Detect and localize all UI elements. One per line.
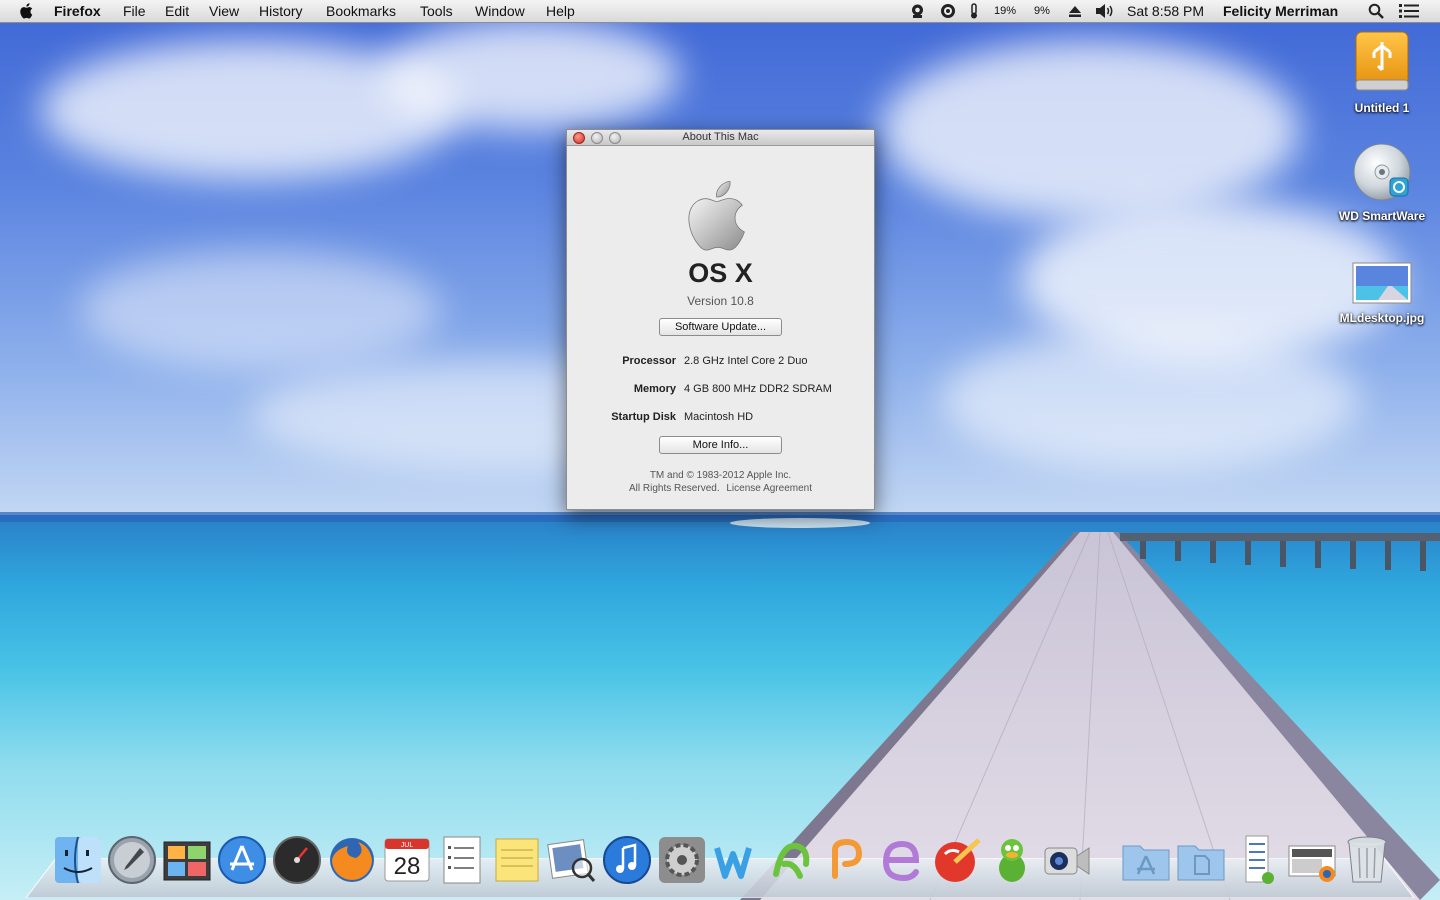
- dock-firefox-icon[interactable]: [326, 834, 378, 886]
- dock-documents-folder-icon[interactable]: [1175, 834, 1227, 886]
- dock-adium-icon[interactable]: [986, 834, 1038, 886]
- dock-calendar-icon[interactable]: JUL 28: [381, 834, 433, 886]
- dock-purple-app-icon[interactable]: [876, 834, 928, 886]
- calendar-day: 28: [394, 853, 421, 880]
- startup-disk-value: Macintosh HD: [684, 411, 754, 423]
- rights-line: All Rights Reserved. License Agreement: [567, 483, 874, 494]
- desktop-icon-wd-smartware[interactable]: WD SmartWare: [1337, 140, 1427, 223]
- dock-stickies-icon[interactable]: [491, 834, 543, 886]
- cpu-percent-1[interactable]: 19%: [994, 2, 1016, 20]
- memory-label: Memory: [633, 383, 676, 395]
- dock-camera-icon[interactable]: [1041, 834, 1093, 886]
- desktop-icon-label: MLdesktop.jpg: [1339, 311, 1425, 325]
- menu-edit[interactable]: Edit: [165, 2, 189, 20]
- dock-orange-app-icon[interactable]: [821, 834, 873, 886]
- menu-tools[interactable]: Tools: [420, 2, 453, 20]
- dock-launchpad-icon[interactable]: [106, 834, 158, 886]
- about-this-mac-window: About This Mac OS X Version 10.8 Softwar…: [566, 129, 875, 510]
- copyright-text: TM and © 1983-2012 Apple Inc.: [649, 470, 792, 481]
- menu-history[interactable]: History: [259, 2, 303, 20]
- dock-itunes-icon[interactable]: [601, 834, 653, 886]
- startup-disk-label: Startup Disk: [611, 411, 676, 423]
- menu-window[interactable]: Window: [475, 2, 525, 20]
- dock-downloads-stack-icon[interactable]: [1234, 834, 1286, 886]
- dock-finder-icon[interactable]: [52, 834, 104, 886]
- dock-wunderkit-icon[interactable]: [711, 834, 763, 886]
- dock-applications-folder-icon[interactable]: [1120, 834, 1172, 886]
- usb-drive-icon: [1355, 31, 1409, 91]
- dock-system-preferences-icon[interactable]: [656, 834, 708, 886]
- dock-dashboard-icon[interactable]: [271, 834, 323, 886]
- desktop-icon-label: Untitled 1: [1354, 101, 1410, 115]
- os-name: OS X: [688, 258, 753, 288]
- dock-ccleaner-icon[interactable]: [931, 834, 983, 886]
- rights-text: All Rights Reserved.: [629, 483, 720, 494]
- dock-photo-booth-icon[interactable]: [161, 834, 213, 886]
- dock-trash-icon[interactable]: [1341, 834, 1393, 886]
- license-agreement-link[interactable]: License Agreement: [726, 483, 812, 494]
- volume-icon[interactable]: [1095, 3, 1115, 19]
- processor-value: 2.8 GHz Intel Core 2 Duo: [684, 355, 808, 367]
- cd-disc-icon: [1353, 143, 1411, 201]
- image-file-icon: [1352, 262, 1412, 304]
- dock-green-app-icon[interactable]: [766, 834, 818, 886]
- dock-app-store-icon[interactable]: [216, 834, 268, 886]
- menu-file[interactable]: File: [123, 2, 146, 20]
- apple-menu-icon[interactable]: [19, 2, 35, 20]
- app-menu-firefox[interactable]: Firefox: [54, 2, 101, 20]
- window-minimize-button[interactable]: [591, 132, 603, 144]
- window-titlebar[interactable]: About This Mac: [567, 130, 874, 146]
- thermometer-icon[interactable]: [968, 3, 980, 19]
- menu-clock[interactable]: Sat 8:58 PM: [1127, 2, 1204, 20]
- desktop-icon-label: WD SmartWare: [1338, 209, 1426, 223]
- sync-status-icon[interactable]: [940, 3, 956, 19]
- window-close-button[interactable]: [573, 132, 585, 144]
- menu-view[interactable]: View: [209, 2, 239, 20]
- user-menu[interactable]: Felicity Merriman: [1223, 2, 1338, 20]
- software-update-button[interactable]: Software Update...: [659, 318, 782, 336]
- monitor-app-icon[interactable]: [909, 3, 926, 19]
- calendar-month: JUL: [401, 842, 414, 849]
- window-zoom-button[interactable]: [609, 132, 621, 144]
- eject-icon[interactable]: [1068, 4, 1082, 18]
- os-version: Version 10.8: [687, 294, 754, 308]
- processor-label: Processor: [622, 355, 676, 367]
- menu-bar: Firefox File Edit View History Bookmarks…: [0, 0, 1440, 23]
- menu-help[interactable]: Help: [546, 2, 575, 20]
- dock-preview-icon[interactable]: [546, 834, 598, 886]
- spotlight-search-icon[interactable]: [1368, 3, 1384, 19]
- menu-bookmarks[interactable]: Bookmarks: [326, 2, 396, 20]
- dock-screenshot-stack-icon[interactable]: [1287, 834, 1339, 886]
- apple-logo-icon: [688, 180, 745, 251]
- desktop-icon-untitled-1[interactable]: Untitled 1: [1337, 30, 1427, 115]
- memory-value: 4 GB 800 MHz DDR2 SDRAM: [684, 383, 832, 395]
- more-info-button[interactable]: More Info...: [659, 436, 782, 454]
- window-title: About This Mac: [682, 131, 759, 143]
- cpu-percent-2[interactable]: 9%: [1034, 2, 1050, 20]
- notification-center-icon[interactable]: [1399, 3, 1419, 19]
- desktop-icon-mldesktop-jpg[interactable]: MLdesktop.jpg: [1337, 260, 1427, 325]
- dock-reminders-icon[interactable]: [436, 834, 488, 886]
